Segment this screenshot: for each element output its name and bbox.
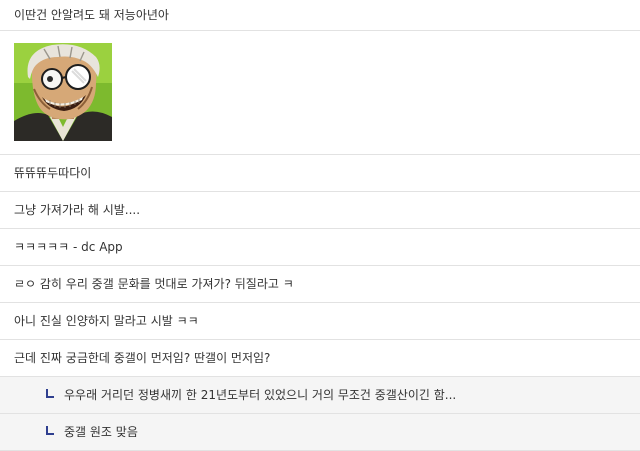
comment-row: 아니 진실 인양하지 말라고 시발 ㅋㅋ xyxy=(0,303,640,340)
comment-text: 그냥 가져가라 해 시발.... xyxy=(14,203,141,217)
comment-row: 근데 진짜 궁금한데 중갤이 먼저임? 딴갤이 먼저임? xyxy=(0,340,640,377)
comment-text: ㅋㅋㅋㅋㅋ - dc App xyxy=(14,240,123,254)
reply-text: 중갤 원조 맞음 xyxy=(64,425,138,439)
comment-row-image xyxy=(0,31,640,155)
grinning-man-with-glasses-image[interactable] xyxy=(14,43,112,141)
comment-text: 근데 진짜 궁금한데 중갤이 먼저임? 딴갤이 먼저임? xyxy=(14,351,271,365)
comment-text: 아니 진실 인양하지 말라고 시발 ㅋㅋ xyxy=(14,314,199,328)
comment-text: 뜌뜌뜌두따다이 xyxy=(14,166,92,180)
reply-arrow-icon xyxy=(46,425,54,435)
comment-list: 이딴건 안알려도 돼 저능아년아 뜌뜌뜌두따다이 그냥 가져가라 해 시발...… xyxy=(0,0,640,451)
comment-row: 뜌뜌뜌두따다이 xyxy=(0,155,640,192)
comment-row: ㄹㅇ 감히 우리 중갤 문화를 멋대로 가져가? 뒤질라고 ㅋ xyxy=(0,266,640,303)
reply-text: 우우래 거리던 정병새끼 한 21년도부터 있었으니 거의 무조건 중갤산이긴 … xyxy=(64,388,457,402)
comment-row: 그냥 가져가라 해 시발.... xyxy=(0,192,640,229)
comment-row: ㅋㅋㅋㅋㅋ - dc App xyxy=(0,229,640,266)
reply-row: 우우래 거리던 정병새끼 한 21년도부터 있었으니 거의 무조건 중갤산이긴 … xyxy=(0,377,640,414)
reply-arrow-icon xyxy=(46,388,54,398)
reply-row: 중갤 원조 맞음 xyxy=(0,414,640,451)
comment-text: ㄹㅇ 감히 우리 중갤 문화를 멋대로 가져가? 뒤질라고 ㅋ xyxy=(14,277,294,291)
comment-text: 이딴건 안알려도 돼 저능아년아 xyxy=(14,8,169,22)
comment-row: 이딴건 안알려도 돼 저능아년아 xyxy=(0,0,640,31)
